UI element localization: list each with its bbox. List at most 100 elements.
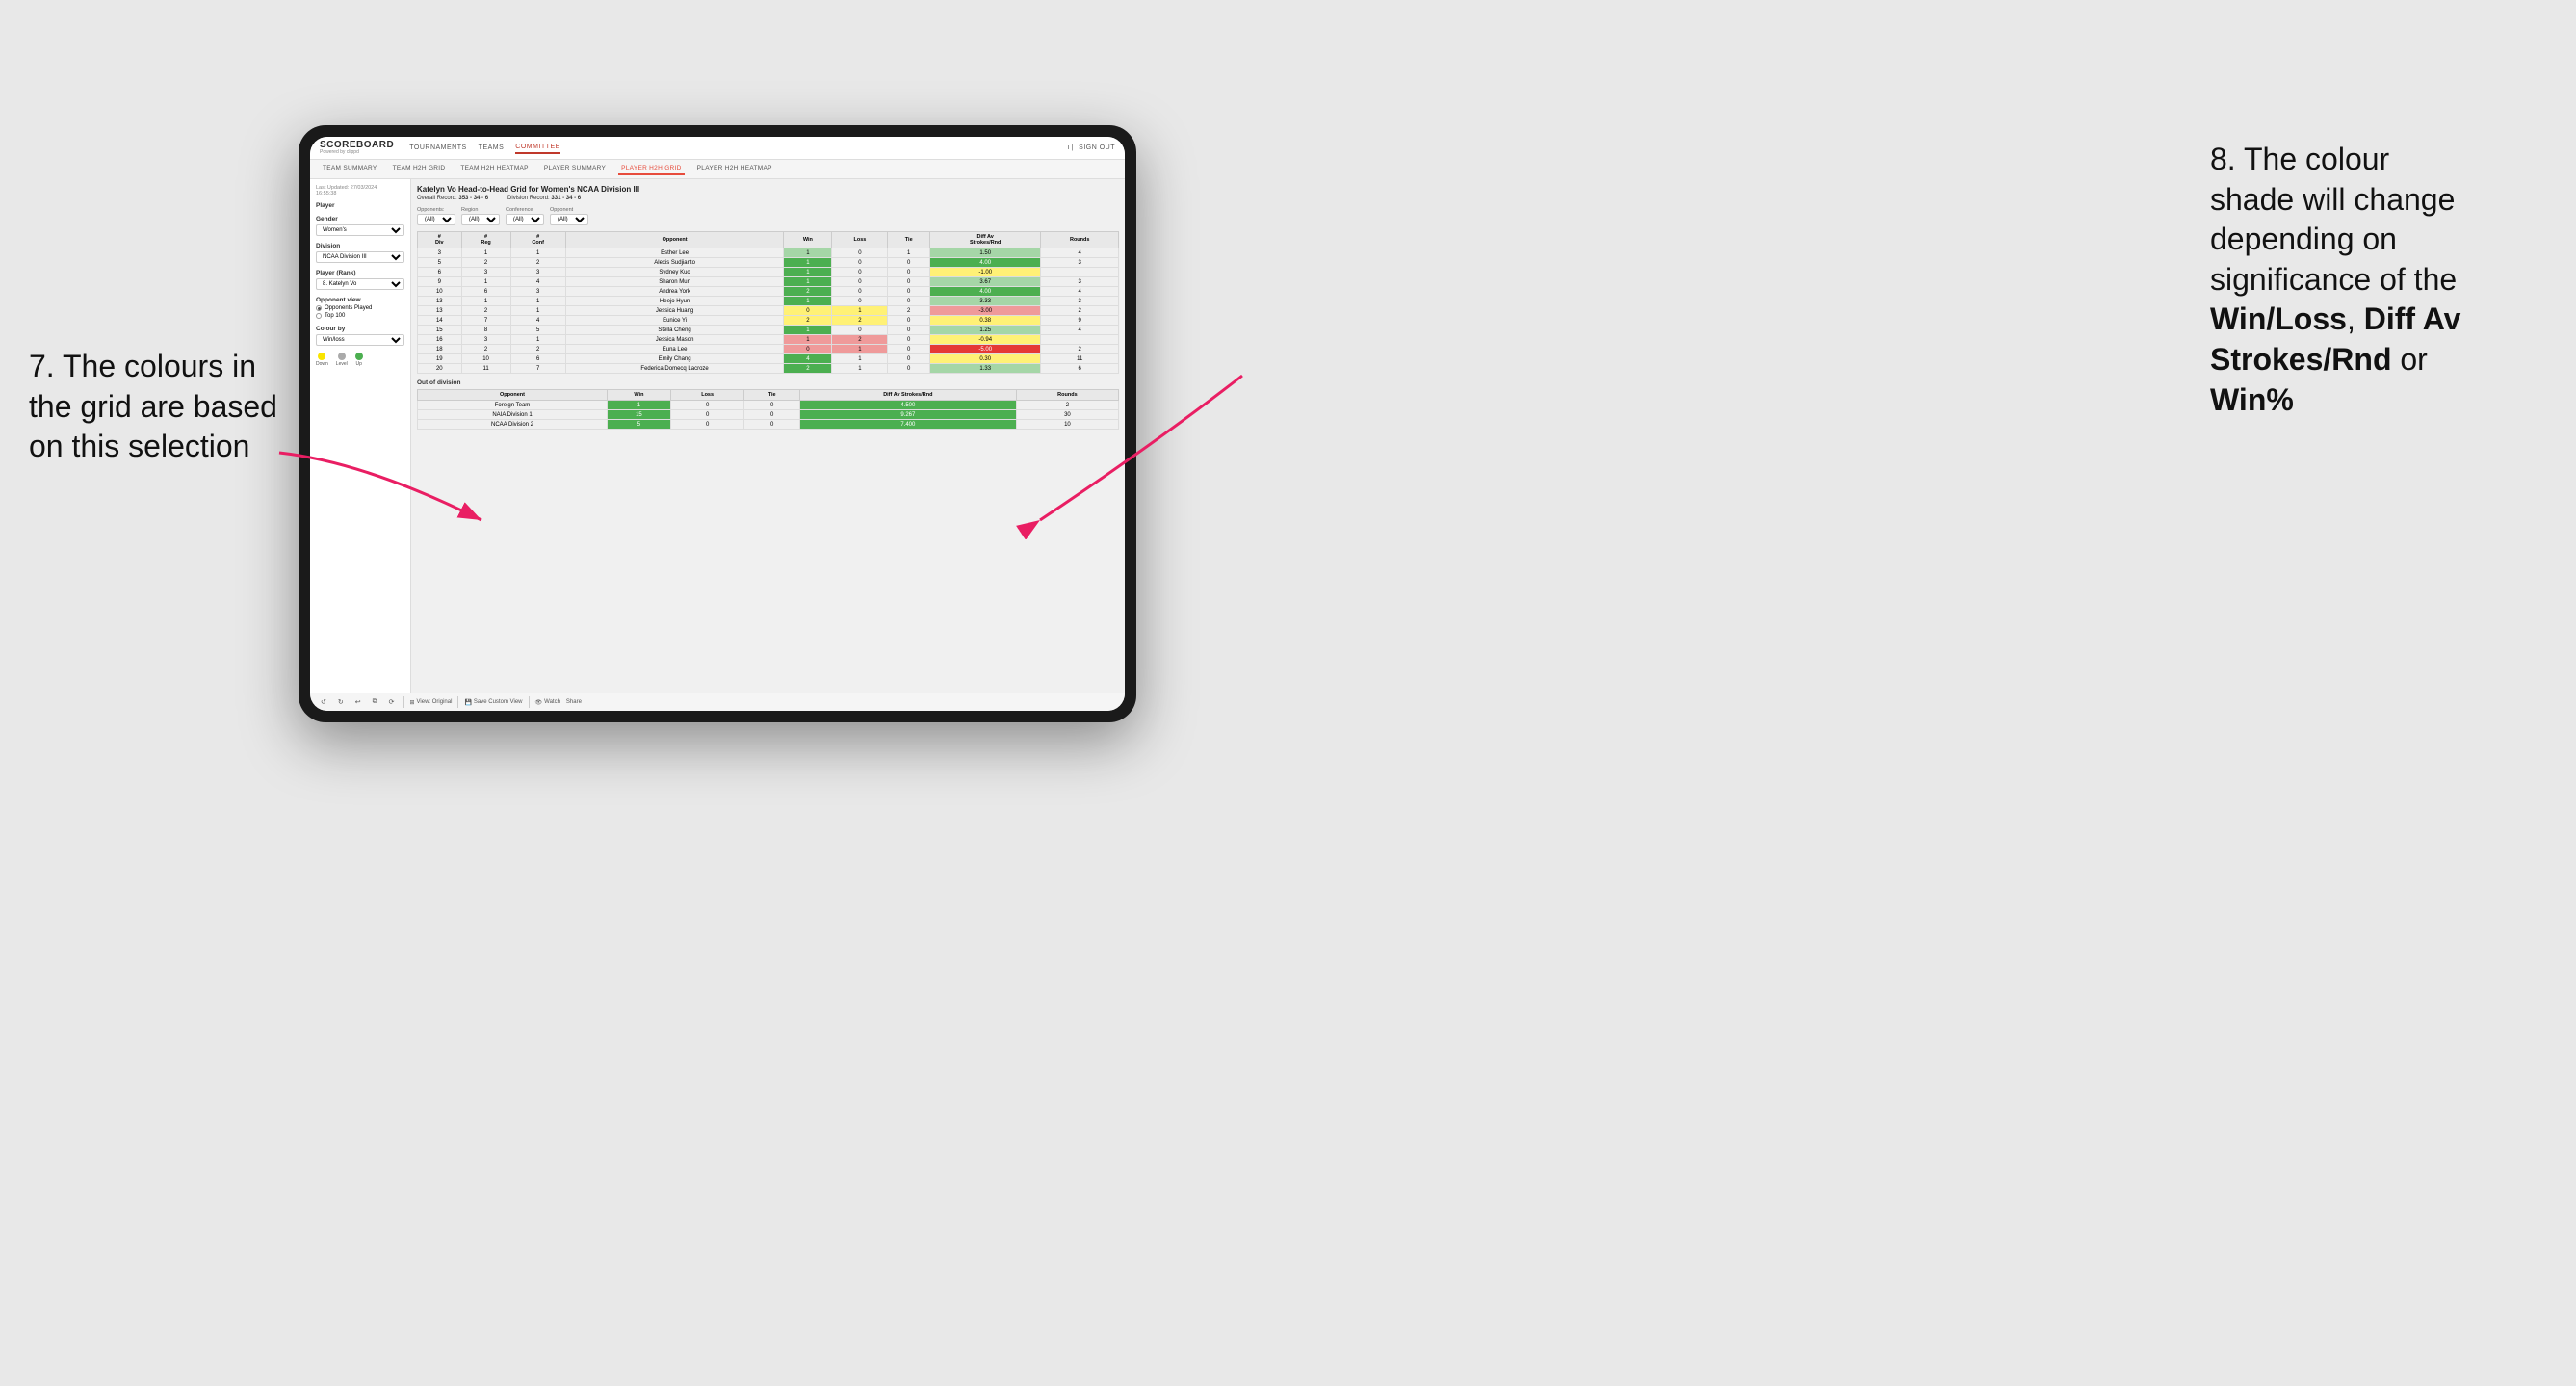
- tablet-screen: SCOREBOARD Powered by clippd TOURNAMENTS…: [310, 137, 1125, 711]
- opponent-view-label: Opponent view: [316, 297, 404, 303]
- radio-dot-top100: [316, 313, 322, 319]
- sub-nav: TEAM SUMMARY TEAM H2H GRID TEAM H2H HEAT…: [310, 160, 1125, 179]
- colour-legend: Down Level Up: [316, 353, 404, 367]
- ood-th-tie: Tie: [744, 390, 799, 401]
- watch-label: Watch: [544, 699, 560, 705]
- nav-item-teams[interactable]: TEAMS: [479, 143, 505, 153]
- back-button[interactable]: ↩: [352, 697, 364, 707]
- save-custom-view-button[interactable]: 💾 Save Custom View: [464, 699, 522, 706]
- h2h-table: #Div #Reg #Conf Opponent Win Loss Tie Di…: [417, 231, 1119, 374]
- filter-conference: Conference (All): [506, 207, 544, 225]
- division-select[interactable]: NCAA Division III: [316, 251, 404, 263]
- player-rank-label: Player (Rank): [316, 270, 404, 276]
- table-row: 633Sydney Kuo100-1.00: [418, 268, 1119, 277]
- refresh-button[interactable]: ⟳: [386, 697, 398, 707]
- annotation-right: 8. The colourshade will changedepending …: [2210, 140, 2547, 420]
- forward-button[interactable]: ⧉: [370, 697, 380, 707]
- filter-opponents-select[interactable]: (All): [417, 214, 455, 225]
- colour-dot-down: [318, 353, 325, 360]
- nav-items: TOURNAMENTS TEAMS COMMITTEE: [409, 142, 560, 154]
- filter-region: Region (All): [461, 207, 500, 225]
- colour-level: Level: [336, 353, 348, 367]
- ood-th-win: Win: [608, 390, 671, 401]
- nav-item-committee[interactable]: COMMITTEE: [515, 142, 560, 154]
- nav-bar: SCOREBOARD Powered by clippd TOURNAMENTS…: [310, 137, 1125, 160]
- top100-label: Top 100: [325, 313, 345, 319]
- colour-label-level: Level: [336, 361, 348, 367]
- division-section: Division NCAA Division III: [316, 243, 404, 263]
- watch-icon: 👁: [535, 699, 543, 706]
- ood-table-row: Foreign Team1004.5002: [418, 401, 1119, 410]
- opponent-view-section: Opponent view Opponents Played Top 100: [316, 297, 404, 319]
- logo: SCOREBOARD Powered by clippd: [320, 141, 394, 155]
- share-label: Share: [566, 699, 582, 705]
- table-row: 1585Stella Cheng1001.254: [418, 326, 1119, 335]
- out-of-division-label: Out of division: [417, 379, 1119, 386]
- filter-conference-select[interactable]: (All): [506, 214, 544, 225]
- filters-row: Opponents: (All) Region (All) Conference: [417, 207, 1119, 225]
- ood-th-diff: Diff Av Strokes/Rnd: [799, 390, 1016, 401]
- filter-opponents-label: Opponents:: [417, 207, 455, 213]
- colour-by-select[interactable]: Win/loss: [316, 334, 404, 346]
- main-content: Last Updated: 27/03/2024 16:55:38 Player…: [310, 179, 1125, 693]
- opponents-played-radio[interactable]: Opponents Played: [316, 305, 404, 311]
- table-row: 1321Jessica Huang012-3.002: [418, 306, 1119, 316]
- grid-records: Overall Record: 353 - 34 - 6 Division Re…: [417, 196, 1119, 201]
- colour-dot-level: [338, 353, 346, 360]
- table-row: 1822Euna Lee010-5.002: [418, 345, 1119, 354]
- colour-down: Down: [316, 353, 328, 367]
- redo-button[interactable]: ↻: [335, 697, 347, 707]
- view-original-label: View: Original: [417, 699, 453, 705]
- logo-sub: Powered by clippd: [320, 150, 394, 155]
- sub-nav-team-h2h-grid[interactable]: TEAM H2H GRID: [390, 163, 449, 175]
- tablet-device: SCOREBOARD Powered by clippd TOURNAMENTS…: [299, 125, 1136, 722]
- table-row: 311Esther Lee1011.504: [418, 248, 1119, 258]
- ood-th-opponent: Opponent: [418, 390, 608, 401]
- table-row: 914Sharon Mun1003.673: [418, 277, 1119, 287]
- overall-record-label: Overall Record: 353 - 34 - 6: [417, 196, 488, 201]
- filter-opponent: Opponent (All): [550, 207, 588, 225]
- gender-section: Gender Women's: [316, 216, 404, 236]
- filter-opponent-select[interactable]: (All): [550, 214, 588, 225]
- watch-button[interactable]: 👁 Watch: [535, 699, 560, 706]
- sign-out-button[interactable]: Sign out: [1079, 143, 1115, 153]
- th-diff: Diff AvStrokes/Rnd: [929, 232, 1040, 248]
- colour-by-label: Colour by: [316, 326, 404, 332]
- undo-button[interactable]: ↺: [318, 697, 329, 707]
- colour-label-down: Down: [316, 361, 328, 367]
- last-updated: Last Updated: 27/03/2024 16:55:38: [316, 185, 404, 196]
- colour-up: Up: [355, 353, 363, 367]
- sub-nav-player-summary[interactable]: PLAYER SUMMARY: [541, 163, 609, 175]
- ood-table-row: NAIA Division 115009.26730: [418, 410, 1119, 420]
- top100-radio[interactable]: Top 100: [316, 313, 404, 319]
- sub-nav-player-h2h-heatmap[interactable]: PLAYER H2H HEATMAP: [694, 163, 775, 175]
- player-rank-select[interactable]: 8. Katelyn Vo: [316, 278, 404, 290]
- filter-region-label: Region: [461, 207, 500, 213]
- table-row: 19106Emily Chang4100.3011: [418, 354, 1119, 364]
- save-custom-label: Save Custom View: [474, 699, 523, 705]
- sub-nav-team-h2h-heatmap[interactable]: TEAM H2H HEATMAP: [457, 163, 531, 175]
- colour-by-section: Colour by Win/loss: [316, 326, 404, 346]
- filter-conference-label: Conference: [506, 207, 544, 213]
- right-content: Katelyn Vo Head-to-Head Grid for Women's…: [411, 179, 1125, 693]
- filter-region-select[interactable]: (All): [461, 214, 500, 225]
- view-original-button[interactable]: ⊞ View: Original: [410, 699, 453, 706]
- gender-select[interactable]: Women's: [316, 224, 404, 236]
- ood-th-loss: Loss: [670, 390, 744, 401]
- filter-opponent-label: Opponent: [550, 207, 588, 213]
- table-row: 20117Federica Domecq Lacroze2101.336: [418, 364, 1119, 374]
- radio-dot-opponents: [316, 305, 322, 311]
- nav-item-tournaments[interactable]: TOURNAMENTS: [409, 143, 466, 153]
- th-opponent: Opponent: [565, 232, 784, 248]
- sub-nav-player-h2h-grid[interactable]: PLAYER H2H GRID: [618, 163, 685, 175]
- division-record-label: Division Record: 331 - 34 - 6: [507, 196, 581, 201]
- view-icon: ⊞: [410, 699, 415, 706]
- th-win: Win: [784, 232, 832, 248]
- annotation-left-text: 7. The colours inthe grid are basedon th…: [29, 349, 277, 463]
- share-button[interactable]: Share: [566, 699, 582, 705]
- division-label: Division: [316, 243, 404, 249]
- sub-nav-team-summary[interactable]: TEAM SUMMARY: [320, 163, 380, 175]
- gender-label: Gender: [316, 216, 404, 222]
- player-label: Player: [316, 202, 404, 209]
- out-of-division-table: Opponent Win Loss Tie Diff Av Strokes/Rn…: [417, 389, 1119, 430]
